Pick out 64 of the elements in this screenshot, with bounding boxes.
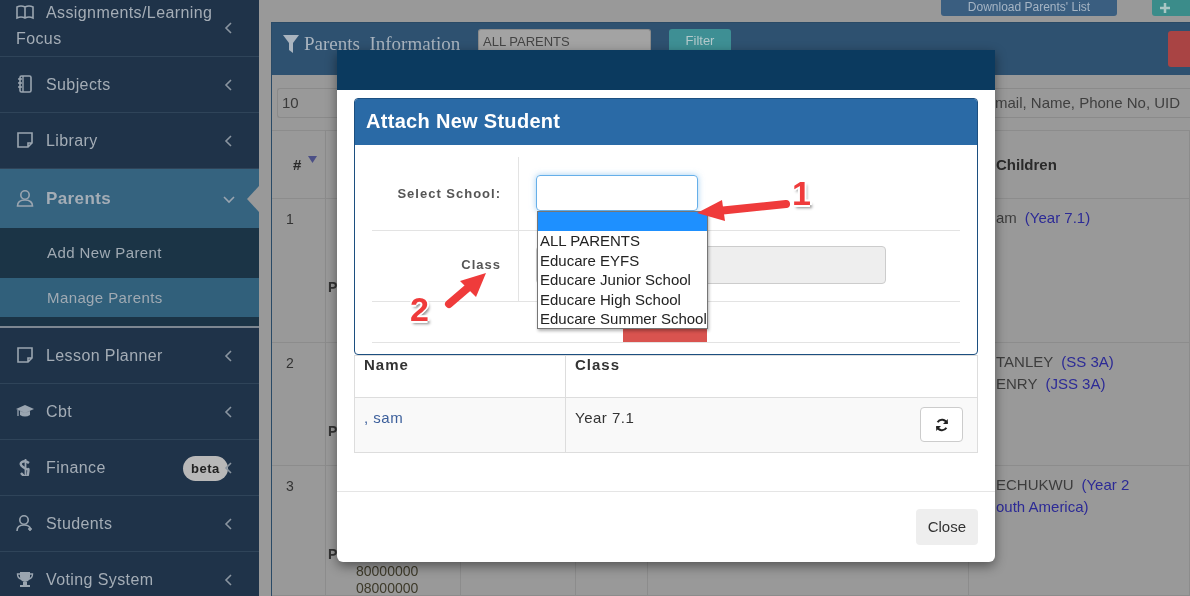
chevron-left-icon: [223, 517, 235, 530]
table-cell: 80000000: [356, 563, 419, 580]
chevron-left-icon: [223, 405, 235, 418]
dropdown-option[interactable]: ALL PARENTS: [538, 231, 707, 251]
table-cell: 08000000: [356, 580, 419, 596]
column-header: #: [293, 156, 302, 173]
chevron-left-icon: [223, 78, 235, 91]
child-class: (JSS 3A): [1045, 374, 1106, 394]
user-icon: [16, 188, 34, 207]
note-icon: [16, 130, 34, 149]
annotation-number: 1: [792, 176, 811, 210]
student-icon: [16, 513, 34, 532]
table-cell: Year 7.1: [575, 409, 635, 426]
chevron-left-icon: [223, 349, 235, 362]
table-cell: 1: [286, 211, 294, 227]
field-label: Class: [461, 257, 501, 272]
dropdown-option[interactable]: Educare Junior School: [538, 270, 707, 290]
download-button[interactable]: Download Parents' List: [941, 0, 1117, 16]
chevron-left-icon: [223, 22, 235, 34]
column-header: Class: [565, 355, 978, 398]
close-button[interactable]: Close: [915, 509, 978, 545]
child-class: outh America): [996, 497, 1089, 517]
annotation-arrow: [445, 273, 486, 308]
dropdown-option[interactable]: Educare High School: [538, 289, 707, 309]
table-cell: P: [328, 546, 338, 563]
note-icon: [16, 345, 34, 364]
dropdown-option[interactable]: Educare EYFS: [538, 250, 707, 271]
search-field[interactable]: mail, Name, Phone No, UID: [995, 87, 1190, 118]
dropdown-option[interactable]: [538, 212, 707, 232]
table-cell: P: [328, 423, 338, 440]
field-label: Select School:: [397, 186, 501, 201]
table-cell: P: [328, 279, 338, 296]
chevron-left-icon: [223, 573, 235, 586]
annotation-number: 2: [410, 292, 429, 326]
school-filter-select[interactable]: ALL PARENTS: [478, 29, 651, 50]
notebook-icon: [16, 74, 34, 93]
beta-badge: beta: [183, 456, 228, 481]
column-header: Children: [996, 156, 1057, 173]
dropdown-option[interactable]: Educare Summer School: [538, 308, 707, 329]
chevron-left-icon: [223, 461, 235, 474]
sort-icon: [308, 156, 318, 163]
submenu-item[interactable]: Manage Parents: [0, 278, 259, 317]
plus-icon: [1160, 3, 1170, 13]
table-cell: 2: [286, 355, 294, 371]
child-name: am: [996, 208, 1017, 228]
refresh-button[interactable]: [920, 407, 963, 442]
child-name: TANLEY: [996, 352, 1054, 372]
trophy-icon: [16, 569, 34, 588]
child-class: (Year 7.1): [1024, 208, 1091, 228]
student-link[interactable]: , sam: [354, 397, 566, 453]
child-class: (SS 3A): [1061, 352, 1114, 372]
panel-header: Attach New Student: [355, 99, 977, 145]
add-button[interactable]: [1152, 0, 1190, 16]
refresh-icon: [934, 417, 949, 432]
filter-icon: [283, 35, 299, 53]
column-header: Name: [354, 355, 566, 398]
panel-title: Parents_Information: [304, 33, 461, 55]
chevron-left-icon: [223, 134, 235, 147]
child-name: ENRY: [996, 374, 1038, 394]
book-icon: [16, 2, 34, 21]
school-select[interactable]: [536, 175, 698, 211]
child-class: (Year 2: [1081, 475, 1130, 495]
child-name: ECHUKWU: [996, 475, 1074, 495]
table-cell: 3: [286, 478, 294, 494]
